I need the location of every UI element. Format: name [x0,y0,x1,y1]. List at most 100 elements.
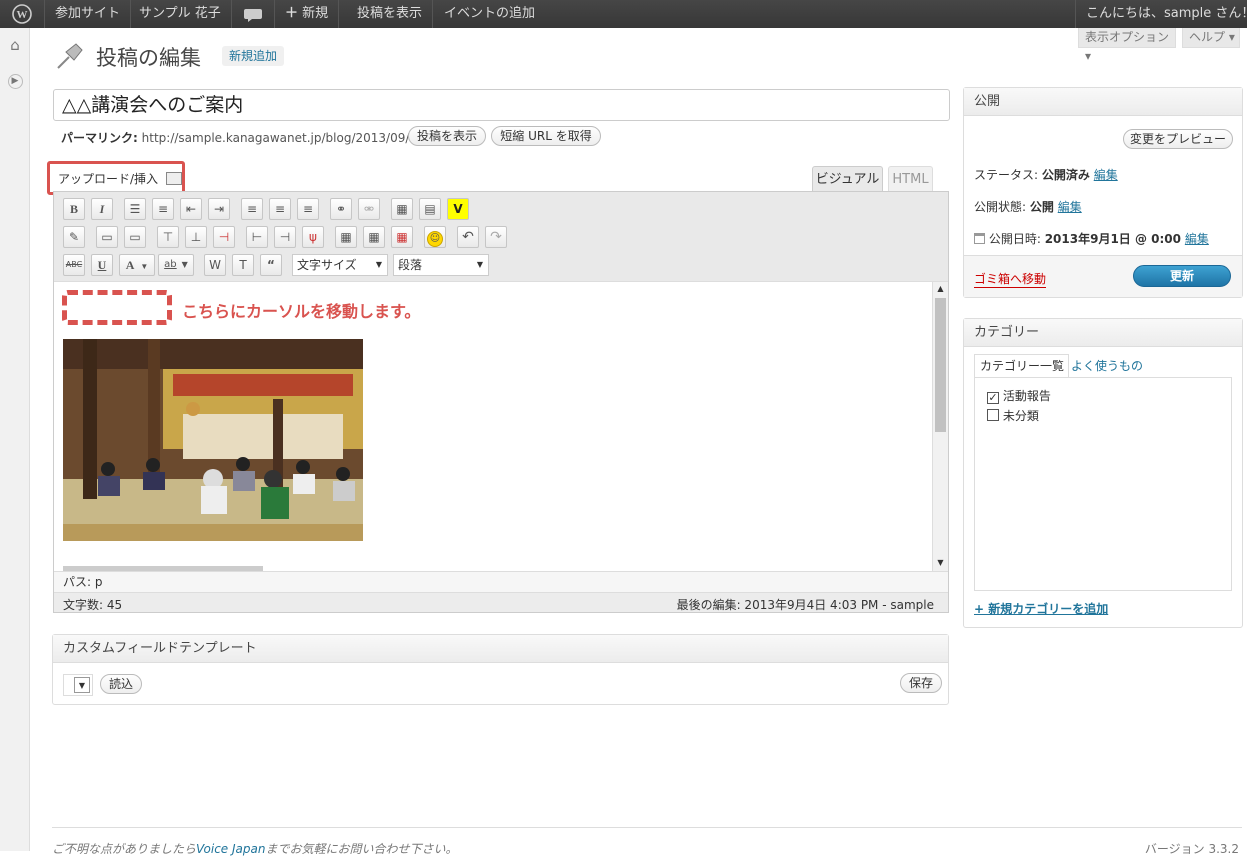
align-right-button[interactable]: ≡ [297,198,319,220]
editor-status-bar: 文字数: 45 最後の編集: 2013年9月4日 4:03 PM - sampl… [54,592,948,612]
strikethrough-button[interactable]: ABC [63,254,85,276]
paste-text-button[interactable]: T [232,254,254,276]
italic-button[interactable]: I [91,198,113,220]
publish-title[interactable]: 公開 [964,88,1242,116]
delete-col-button[interactable]: ψ [302,226,324,248]
view-post-menu[interactable]: 投稿を表示 [347,0,434,28]
custom-field-title[interactable]: カスタムフィールドテンプレート [53,635,948,663]
split-cells-button[interactable]: ▦ [335,226,357,248]
emoticon-button[interactable]: ☺ [424,226,446,248]
greeting-text: こんにちは、sample さん！ [1086,6,1247,21]
text-color-button[interactable]: A ▼ [119,254,155,276]
preview-changes-button[interactable]: 変更をプレビュー [1123,129,1233,149]
plugin-v-button[interactable]: V [447,198,469,220]
edit-table-icon[interactable]: ✎ [63,226,85,248]
tab-visual[interactable]: ビジュアル [812,166,883,192]
delete-table-button[interactable]: ▦ [391,226,413,248]
more-tag-button[interactable]: ▦ [391,198,413,220]
categories-title[interactable]: カテゴリー [964,319,1242,347]
insert-col-before-button[interactable]: ⊢ [246,226,268,248]
editor-container: B I ☰ ≡ ⇤ ⇥ ≡ ≡ ≡ ⚭ ⚮ ▦ ▤ V ✎ ▭ ▭ ⊤ ⊥ ⊣ … [53,191,949,613]
add-event-menu[interactable]: イベントの追加 [434,0,545,28]
align-left-button[interactable]: ≡ [241,198,263,220]
add-new-button[interactable]: 新規追加 [222,46,285,66]
footer-text-after: までお気軽にお問い合わせ下さい。 [265,842,458,856]
footer-version: バージョン 3.3.2 [1144,842,1239,856]
template-select[interactable]: ▼ [63,674,93,696]
new-content-menu[interactable]: ＋ 新規 [275,0,340,28]
comments-menu[interactable] [233,0,275,28]
view-post-button[interactable]: 投稿を表示 [408,126,486,146]
edit-date-link[interactable]: 編集 [1185,232,1209,246]
insert-row-after-button[interactable]: ⊥ [185,226,207,248]
highlight-color-button[interactable]: ab ▼ [158,254,194,276]
post-title-input[interactable]: △△講演会へのご案内 [53,89,950,121]
outdent-button[interactable]: ⇤ [180,198,202,220]
align-center-button[interactable]: ≡ [269,198,291,220]
scroll-thumb[interactable] [935,298,946,432]
merge-cells-button[interactable]: ▦ [363,226,385,248]
status-label: ステータス: [974,168,1039,182]
undo-button[interactable]: ↶ [457,226,479,248]
redo-button[interactable]: ↷ [485,226,507,248]
format-select[interactable]: 段落 ▼ [393,254,489,276]
bold-button[interactable]: B [63,198,85,220]
help-label: ヘルプ [1189,30,1226,44]
last-edit-info: 最後の編集: 2013年9月4日 4:03 PM - sample [676,598,934,612]
tab-html[interactable]: HTML [888,166,933,191]
scroll-up-icon[interactable]: ▲ [933,282,948,296]
help-tab[interactable]: ヘルプ ▾ [1182,28,1240,48]
insert-row-before-button[interactable]: ⊤ [157,226,179,248]
update-button[interactable]: 更新 [1133,265,1231,287]
table-row-props-button[interactable]: ▭ [96,226,118,248]
screen-options-tab[interactable]: 表示オプション ▾ [1078,28,1176,63]
tab-all-categories[interactable]: カテゴリー一覧 [974,354,1069,378]
indent-button[interactable]: ⇥ [208,198,230,220]
edit-visibility-link[interactable]: 編集 [1058,200,1082,214]
admin-bar: W 参加サイト サンプル 花子 ＋ 新規 投稿を表示 イベントの追加 こんにちは… [0,0,1247,28]
table-cell-props-button[interactable]: ▭ [124,226,146,248]
underline-button[interactable]: U [91,254,113,276]
toggle-toolbar-button[interactable]: ▤ [419,198,441,220]
wordpress-logo[interactable]: W [0,0,45,28]
unlink-button[interactable]: ⚮ [358,198,380,220]
my-sites-menu[interactable]: 参加サイト [45,0,132,28]
checkbox-checked-icon[interactable]: ✓ [987,392,999,404]
scroll-down-icon[interactable]: ▼ [933,556,948,570]
post-photo[interactable] [63,339,363,541]
edit-status-link[interactable]: 編集 [1094,168,1118,182]
numbered-list-button[interactable]: ≡ [152,198,174,220]
get-shortlink-button[interactable]: 短縮 URL を取得 [491,126,601,146]
word-count: 文字数: 45 [63,598,123,612]
vertical-scrollbar[interactable]: ▲ ▼ [932,282,948,572]
category-item[interactable]: 未分類 [987,407,1039,424]
paste-word-button[interactable]: W [204,254,226,276]
tab-most-used[interactable]: よく使うもの [1071,357,1143,374]
bullet-list-button[interactable]: ☰ [124,198,146,220]
category-label: 未分類 [1002,409,1039,423]
delete-row-button[interactable]: ⊣ [213,226,235,248]
publish-box: 公開 変更をプレビュー ステータス: 公開済み 編集 公開状態: 公開 編集 公… [963,87,1243,298]
footer-divider [52,827,1242,828]
cursor-target-box [62,290,172,325]
site-name-menu[interactable]: サンプル 花子 [129,0,232,28]
footer-link[interactable]: Voice Japan [196,842,265,856]
editor-content[interactable]: こちらにカーソルを移動します。 ▲ ▼ [54,281,948,572]
category-item[interactable]: ✓ 活動報告 [987,387,1051,404]
move-to-trash-link[interactable]: ゴミ箱へ移動 [974,270,1047,288]
blockquote-button[interactable]: “ [260,254,282,276]
add-new-category-link[interactable]: + 新規カテゴリーを追加 [974,600,1108,617]
save-template-button[interactable]: 保存 [900,673,942,693]
link-button[interactable]: ⚭ [330,198,352,220]
font-size-select[interactable]: 文字サイズ ▼ [292,254,388,276]
publish-date-label: 公開日時: [988,232,1041,246]
upload-insert-button[interactable]: アップロード/挿入 [58,170,182,187]
collapse-menu-icon[interactable]: ▶ [5,71,25,91]
load-button[interactable]: 読込 [100,674,142,694]
account-menu[interactable]: こんにちは、sample さん！ [1075,0,1247,28]
permalink-url[interactable]: http://sample.kanagawanet.jp/blog/2013/0… [142,131,441,145]
checkbox-icon[interactable] [987,409,999,421]
dashboard-home-icon[interactable]: ⌂ [5,35,25,55]
publish-actions: ゴミ箱へ移動 更新 [964,255,1242,297]
insert-col-after-button[interactable]: ⊣ [274,226,296,248]
